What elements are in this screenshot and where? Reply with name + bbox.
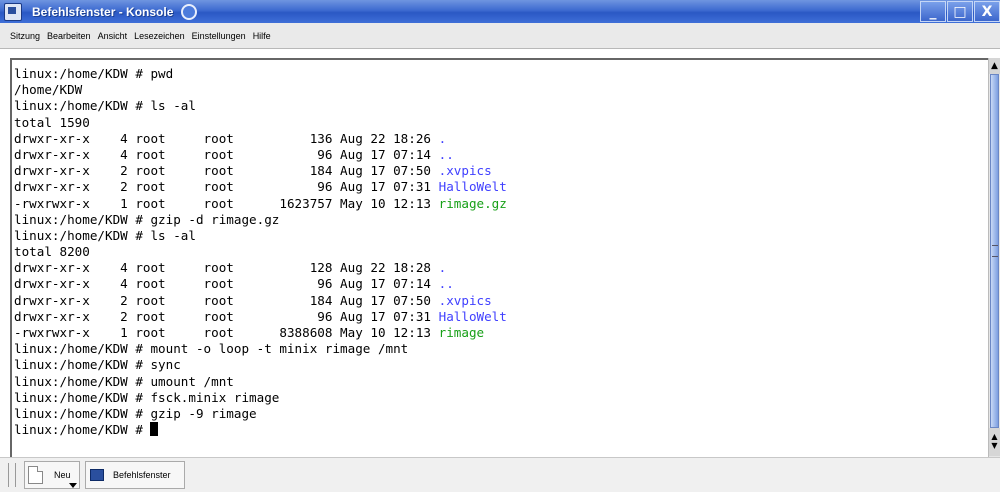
terminal-line: linux:/home/KDW # fsck.minix rimage	[12, 390, 988, 406]
terminal-output[interactable]: linux:/home/KDW # pwd/home/KDW linux:/hom…	[10, 58, 988, 457]
session-tab-bar: Neu Befehlsfenster	[0, 457, 1000, 492]
terminal-line: drwxr-xr-x 4 root root 96 Aug 17 07:14 .…	[12, 276, 988, 292]
window-title: Befehlsfenster - Konsole	[32, 4, 174, 19]
terminal-entry-blue: .	[438, 130, 447, 146]
scroll-up-icon[interactable]: ▲	[989, 58, 1000, 74]
terminal-text: total 1590	[14, 114, 90, 130]
terminal-line: total 1590	[12, 115, 988, 131]
terminal-icon	[90, 469, 104, 481]
terminal-text: -rwxrwxr-x 1 root root 8388608 May 10 12…	[14, 325, 439, 340]
terminal-text: linux:/home/KDW # ls -al	[14, 98, 196, 114]
terminal-entry-green: rimage.gz	[438, 195, 507, 211]
terminal-entry-blue: .xvpics	[438, 163, 492, 179]
terminal-line: drwxr-xr-x 4 root root 96 Aug 17 07:14 .…	[12, 147, 988, 163]
terminal-lines: linux:/home/KDW # pwd/home/KDW linux:/hom…	[12, 60, 988, 438]
terminal-text: linux:/home/KDW # umount /mnt	[14, 373, 234, 389]
terminal-line: linux:/home/KDW # ls -al	[12, 98, 988, 114]
menu-bar: Sitzung Bearbeiten Ansicht Lesezeichen E…	[0, 23, 1000, 49]
menu-lesezeichen[interactable]: Lesezeichen	[134, 31, 185, 41]
terminal-line: drwxr-xr-x 2 root root 184 Aug 17 07:50 …	[12, 163, 988, 179]
menu-ansicht[interactable]: Ansicht	[98, 31, 128, 41]
terminal-text: linux:/home/KDW # mount -o loop -t minix…	[14, 341, 409, 357]
terminal-text: drwxr-xr-x 2 root root 184 Aug 17 07:50	[14, 163, 439, 179]
terminal-text: linux:/home/KDW # sync	[14, 357, 181, 373]
session-tab-label: Befehlsfenster	[113, 470, 171, 480]
terminal-text: linux:/home/KDW # gzip -d rimage.gz	[14, 211, 280, 227]
window-buttons: _ □ X	[919, 1, 1000, 22]
terminal-text: linux:/home/KDW # fsck.minix rimage	[14, 389, 280, 405]
terminal-text: linux:/home/KDW # gzip -9 rimage	[14, 405, 257, 421]
terminal-text: drwxr-xr-x 4 root root 96 Aug 17 07:14	[14, 276, 439, 292]
terminal-text: drwxr-xr-x 4 root root 128 Aug 22 18:28	[14, 260, 439, 276]
terminal-line: /home/KDW	[12, 82, 988, 98]
terminal-line: linux:/home/KDW # sync	[12, 357, 988, 373]
terminal-entry-green: rimage	[438, 325, 485, 340]
terminal-text: drwxr-xr-x 2 root root 96 Aug 17 07:31	[14, 179, 439, 195]
menu-sitzung[interactable]: Sitzung	[10, 31, 40, 41]
terminal-entry-blue: .xvpics	[438, 292, 492, 308]
grip-icon	[992, 245, 998, 257]
terminal-entry-blue: ..	[438, 276, 454, 292]
new-document-icon	[28, 466, 43, 484]
terminal-line: drwxr-xr-x 2 root root 184 Aug 17 07:50 …	[12, 293, 988, 309]
terminal-line: linux:/home/KDW #	[12, 422, 988, 438]
terminal-line: linux:/home/KDW # gzip -9 rimage	[12, 406, 988, 422]
terminal-text: drwxr-xr-x 4 root root 136 Aug 22 18:26	[14, 130, 439, 146]
terminal-entry-blue: ..	[438, 146, 454, 162]
terminal-entry-blue: HalloWelt	[438, 179, 507, 195]
new-session-label: Neu	[54, 470, 71, 480]
terminal-line: linux:/home/KDW # gzip -d rimage.gz	[12, 212, 988, 228]
terminal-text: linux:/home/KDW # ls -al	[14, 227, 196, 243]
text-cursor	[150, 422, 159, 437]
menu-einstellungen[interactable]: Einstellungen	[192, 31, 246, 41]
vertical-scrollbar[interactable]: ▲ ▲ ▼	[988, 58, 1000, 457]
menu-hilfe[interactable]: Hilfe	[253, 31, 271, 41]
tabbar-grip[interactable]	[8, 463, 16, 487]
terminal-text: drwxr-xr-x 2 root root 96 Aug 17 07:31	[14, 308, 439, 324]
terminal-line: linux:/home/KDW # umount /mnt	[12, 374, 988, 390]
new-session-button[interactable]: Neu	[24, 461, 80, 489]
terminal-line: drwxr-xr-x 4 root root 128 Aug 22 18:28 …	[12, 260, 988, 276]
terminal-line: linux:/home/KDW # pwd	[12, 66, 988, 82]
session-tab[interactable]: Befehlsfenster	[85, 461, 185, 489]
terminal-text: drwxr-xr-x 2 root root 184 Aug 17 07:50	[14, 292, 439, 308]
terminal-line: drwxr-xr-x 2 root root 96 Aug 17 07:31 H…	[12, 179, 988, 195]
terminal-text: drwxr-xr-x 4 root root 96 Aug 17 07:14	[14, 146, 439, 162]
terminal-line: linux:/home/KDW # mount -o loop -t minix…	[12, 341, 988, 357]
terminal-line: total 8200	[12, 244, 988, 260]
close-button[interactable]: X	[974, 1, 1000, 22]
terminal-line: linux:/home/KDW # ls -al	[12, 228, 988, 244]
maximize-button[interactable]: □	[947, 1, 973, 22]
sticky-icon[interactable]	[181, 3, 198, 20]
chevron-down-icon[interactable]	[69, 483, 77, 488]
terminal-entry-blue: HalloWelt	[438, 308, 507, 324]
terminal-text: linux:/home/KDW #	[14, 422, 151, 438]
konsole-icon[interactable]	[4, 2, 22, 21]
terminal-text: total 8200	[14, 244, 90, 260]
terminal-text: -rwxrwxr-x 1 root root 1623757 May 10 12…	[14, 195, 439, 211]
scrollbar-thumb[interactable]	[990, 74, 999, 428]
minimize-button[interactable]: _	[920, 1, 946, 22]
terminal-text: linux:/home/KDW # pwd	[14, 66, 174, 81]
scroll-down-icon[interactable]: ▲ ▼	[989, 428, 1000, 456]
terminal-line: -rwxrwxr-x 1 root root 1623757 May 10 12…	[12, 196, 988, 212]
terminal-line: -rwxrwxr-x 1 root root 8388608 May 10 12…	[12, 325, 988, 341]
terminal-line: drwxr-xr-x 4 root root 136 Aug 22 18:26 …	[12, 131, 988, 147]
title-bar[interactable]: Befehlsfenster - Konsole _ □ X	[0, 0, 1000, 23]
terminal-line: drwxr-xr-x 2 root root 96 Aug 17 07:31 H…	[12, 309, 988, 325]
terminal-text: /home/KDW	[14, 82, 83, 98]
menu-bearbeiten[interactable]: Bearbeiten	[47, 31, 91, 41]
terminal-entry-blue: .	[438, 260, 447, 276]
